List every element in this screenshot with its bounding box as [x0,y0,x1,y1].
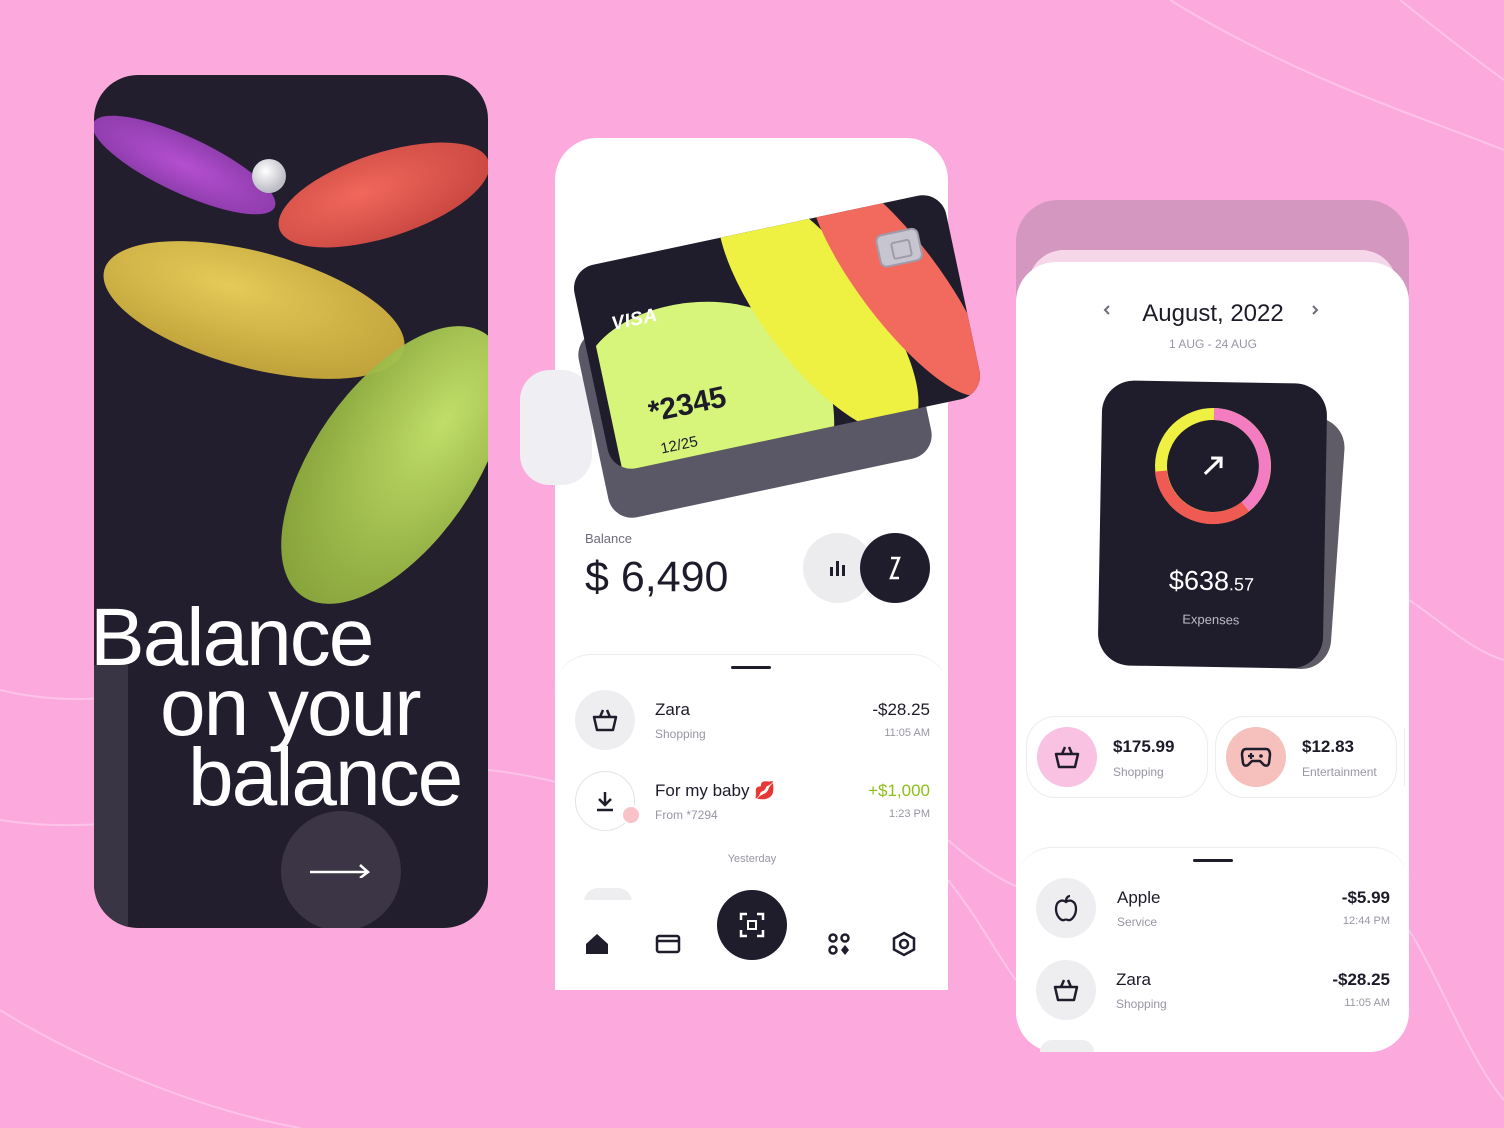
download-icon [597,792,613,812]
sheet-handle[interactable] [731,666,771,669]
expenses-donut [1154,408,1272,525]
category-amount: $12.83 [1302,737,1354,756]
apple-icon [1054,894,1078,922]
expenses-label: Expenses [1182,611,1240,628]
transaction-amount: -$28.25 [872,700,930,719]
transaction-name: Zara [655,700,690,719]
chevron-left-icon [1103,305,1110,315]
transfer-icon [889,556,901,580]
category-amount: $175.99 [1113,737,1175,756]
expenses-card[interactable]: $638.57 Expenses [1097,380,1328,669]
category-chip-entertainment[interactable]: $12.83 Entertainment [1215,716,1397,798]
category-icon [1037,727,1097,787]
avatar [621,805,641,825]
transfer-button[interactable] [860,533,930,603]
transaction-icon [1036,878,1096,938]
hero-illustration [94,115,488,604]
home-icon [586,934,608,954]
basket-icon [1054,746,1080,769]
category-label: Shopping [1113,765,1164,779]
transaction-row[interactable]: Zara Shopping -$28.25 11:05 AM [575,690,930,750]
transaction-name: Zara [1116,970,1151,989]
transaction-category: Shopping [1116,997,1167,1011]
balance-value: $ 6,490 [585,553,729,601]
scan-button[interactable] [717,890,787,960]
transaction-amount: -$28.25 [1332,970,1390,989]
tab-settings[interactable] [882,922,926,966]
apps-icon [828,933,850,955]
category-label: Entertainment [1302,765,1377,779]
transaction-time: 11:05 AM [1344,997,1390,1009]
tab-bar [555,890,948,990]
transaction-row[interactable]: Apple Service -$5.99 12:44 PM [1036,878,1390,938]
transaction-category: Shopping [655,727,706,741]
basket-icon [592,709,618,732]
gamepad-icon [1240,747,1272,767]
expenses-amount: $638.57 [1168,565,1255,597]
scan-icon [739,912,765,938]
transaction-time: 11:05 AM [884,727,930,739]
transaction-time: 12:44 PM [1342,915,1390,927]
card-icon [655,934,681,954]
bar-chart-icon [830,561,845,576]
chevron-right-icon [1312,305,1319,315]
transaction-amount: +$1,000 [868,781,930,800]
transaction-name: For my baby 💋 [655,781,776,800]
category-chip-shopping[interactable]: $175.99 Shopping [1026,716,1208,798]
next-month-button[interactable] [1310,300,1320,323]
category-icon [1226,727,1286,787]
transaction-time: 1:23 PM [889,808,930,820]
previous-card[interactable] [520,370,592,485]
tab-cards[interactable] [646,922,690,966]
previous-month-button[interactable] [1102,300,1112,323]
section-label: Yesterday [727,853,777,865]
arrow-right-icon [310,864,370,878]
transaction-row[interactable]: For my baby 💋 From *7294 +$1,000 1:23 PM [575,771,930,831]
tab-home[interactable] [575,922,619,966]
settings-icon [892,931,916,957]
transaction-category: From *7294 [655,808,718,822]
tab-apps[interactable] [817,922,861,966]
transaction-category: Service [1117,915,1158,929]
next-transaction-peek [1040,1040,1094,1052]
category-chip-peek [1404,728,1410,786]
balance-label: Balance [585,531,632,546]
date-range: 1 AUG - 24 AUG [1168,337,1258,351]
onboarding-screen: Balance on your balance [94,75,488,928]
sheet-handle[interactable] [1193,859,1233,862]
arrow-up-right-icon [1203,456,1223,475]
month-title: August, 2022 [1142,300,1284,327]
transaction-icon [1036,960,1096,1020]
basket-icon [1053,979,1079,1002]
next-button[interactable] [281,811,401,928]
transaction-amount: -$5.99 [1341,888,1390,907]
transaction-icon [575,690,635,750]
transaction-row[interactable]: Zara Shopping -$28.25 11:05 AM [1036,960,1390,1020]
transaction-name: Apple [1117,888,1161,907]
